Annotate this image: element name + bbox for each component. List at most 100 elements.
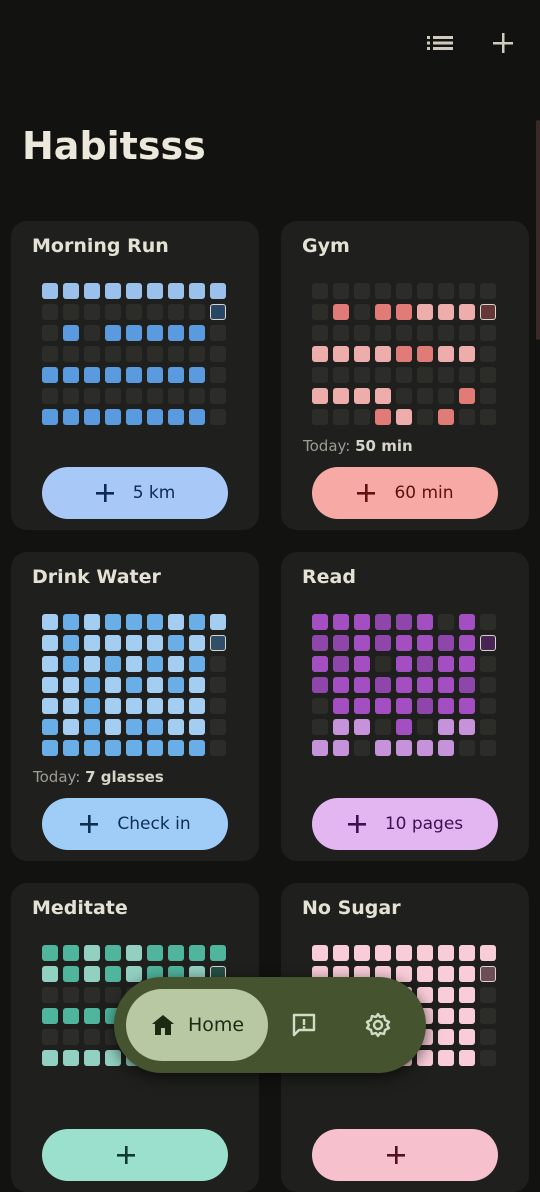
habit-card[interactable]: Read 10 pages [281, 552, 529, 861]
heatmap-cell [396, 614, 412, 630]
heatmap-cell [42, 966, 58, 982]
heatmap-cell [126, 656, 142, 672]
heatmap-cell [459, 325, 475, 341]
heatmap-cell [105, 614, 121, 630]
habit-card[interactable]: Gym Today: 50 min 60 min [281, 221, 529, 530]
heatmap-cell [417, 614, 433, 630]
habit-name: Meditate [32, 897, 128, 919]
heatmap-cell [84, 656, 100, 672]
heatmap-cell [438, 1029, 454, 1045]
heatmap-cell [396, 677, 412, 693]
heatmap-cell [189, 325, 205, 341]
heatmap-cell [375, 945, 391, 961]
settings-icon [365, 1012, 391, 1038]
log-progress-button[interactable]: 10 pages [312, 798, 498, 850]
nav-feedback-button[interactable] [286, 1007, 322, 1043]
heatmap-cell [396, 966, 412, 982]
heatmap-cell [333, 304, 349, 320]
heatmap-cell [210, 325, 226, 341]
list-view-button[interactable] [423, 26, 457, 60]
log-progress-button[interactable]: 5 km [42, 467, 228, 519]
heatmap-cell [375, 304, 391, 320]
heatmap-cell [63, 283, 79, 299]
heatmap-cell [189, 409, 205, 425]
plus-icon [357, 484, 376, 502]
heatmap-cell [480, 1050, 496, 1066]
heatmap-cell [333, 740, 349, 756]
heatmap-cell [42, 614, 58, 630]
heatmap-cell [333, 346, 349, 362]
heatmap-cell [417, 698, 433, 714]
heatmap-cell [147, 304, 163, 320]
heatmap-cell [168, 367, 184, 383]
heatmap-cell [105, 283, 121, 299]
log-progress-label: 5 km [132, 483, 176, 503]
heatmap-cell [147, 656, 163, 672]
heatmap-cell [63, 1008, 79, 1024]
heatmap-cell [168, 614, 184, 630]
heatmap-cell [84, 388, 100, 404]
heatmap-cell [84, 966, 100, 982]
heatmap-cell [147, 719, 163, 735]
heatmap-cell [480, 740, 496, 756]
heatmap-cell [438, 304, 454, 320]
heatmap-cell [105, 304, 121, 320]
heatmap-cell [333, 325, 349, 341]
heatmap-cell [396, 698, 412, 714]
scroll-indicator [536, 120, 540, 340]
heatmap-cell [312, 698, 328, 714]
nav-home-button[interactable]: Home [126, 989, 268, 1061]
heatmap-cell [84, 325, 100, 341]
heatmap-cell [312, 325, 328, 341]
heatmap-cell [480, 283, 496, 299]
log-progress-button[interactable]: Check in [42, 798, 228, 850]
heatmap-cell [417, 966, 433, 982]
heatmap-cell [63, 304, 79, 320]
heatmap-cell [459, 367, 475, 383]
heatmap-cell [105, 719, 121, 735]
nav-settings-button[interactable] [360, 1007, 396, 1043]
heatmap-cell [84, 987, 100, 1003]
heatmap-cell [459, 304, 475, 320]
heatmap-cell [354, 635, 370, 651]
habit-card[interactable]: Morning Run 5 km [11, 221, 259, 530]
heatmap-cell [438, 656, 454, 672]
heatmap-cell [168, 698, 184, 714]
heatmap-cell [438, 719, 454, 735]
heatmap-cell [417, 656, 433, 672]
habit-card[interactable]: Drink Water Today: 7 glasses Check in [11, 552, 259, 861]
heatmap-cell [189, 698, 205, 714]
plus-icon [387, 1146, 405, 1164]
today-summary: Today: 7 glasses [33, 768, 164, 786]
log-progress-button[interactable] [42, 1129, 228, 1181]
heatmap-cell [126, 283, 142, 299]
heatmap-cell [396, 388, 412, 404]
heatmap-cell [396, 367, 412, 383]
heatmap-cell [42, 740, 58, 756]
heatmap-cell [126, 614, 142, 630]
heatmap-cell [147, 346, 163, 362]
heatmap-cell [438, 409, 454, 425]
heatmap-cell [438, 635, 454, 651]
heatmap-cell [396, 656, 412, 672]
log-progress-button[interactable]: 60 min [312, 467, 498, 519]
heatmap-cell [126, 945, 142, 961]
heatmap-cell [63, 677, 79, 693]
habit-name: Morning Run [32, 235, 169, 257]
heatmap-cell [168, 656, 184, 672]
heatmap-cell [126, 409, 142, 425]
heatmap-cell [459, 409, 475, 425]
heatmap-cell [168, 304, 184, 320]
habit-name: No Sugar [302, 897, 401, 919]
heatmap-cell [210, 945, 226, 961]
add-habit-button[interactable] [486, 26, 520, 60]
plus-icon [80, 815, 99, 833]
log-progress-button[interactable] [312, 1129, 498, 1181]
heatmap-cell [210, 346, 226, 362]
heatmap-cell [168, 388, 184, 404]
heatmap-cell [42, 635, 58, 651]
heatmap-cell [210, 409, 226, 425]
heatmap-cell [126, 346, 142, 362]
heatmap-cell [168, 325, 184, 341]
heatmap-cell [168, 409, 184, 425]
